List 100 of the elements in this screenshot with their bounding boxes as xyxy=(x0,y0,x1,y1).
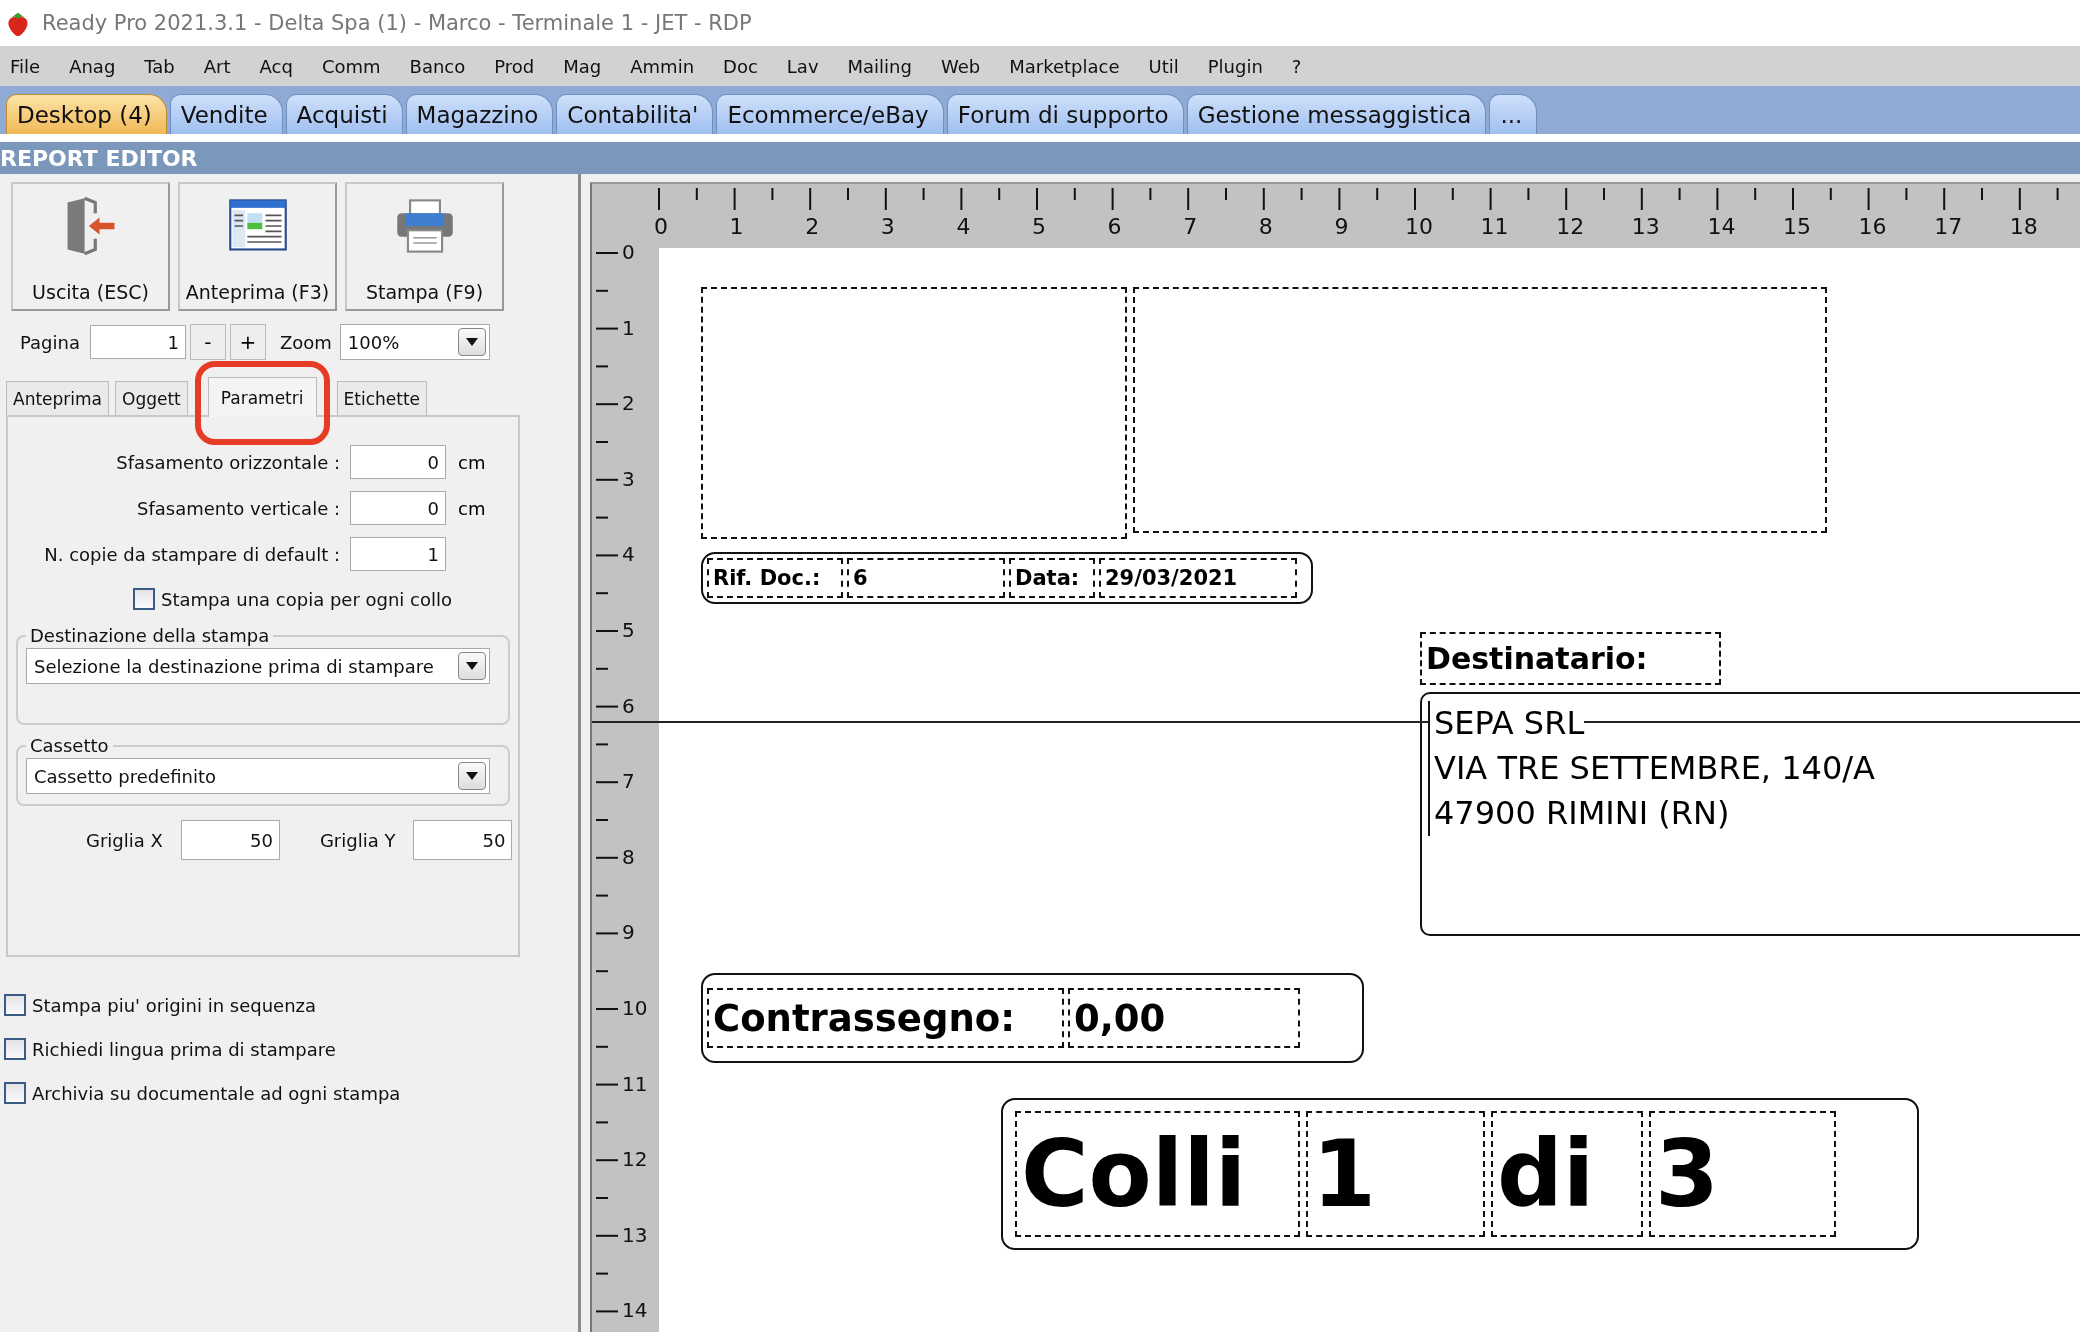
tray-dropdown[interactable]: Cassetto predefinito xyxy=(26,758,490,794)
ruler-label: 4 xyxy=(622,542,635,567)
module-tab[interactable]: Gestione messaggistica xyxy=(1186,94,1487,134)
toolbar-button[interactable]: Uscita (ESC) xyxy=(11,182,170,311)
number-field[interactable]: 0 xyxy=(350,491,446,525)
ruler-label: 2 xyxy=(804,214,821,239)
ruler-label: 8 xyxy=(1257,214,1274,239)
ruler-label: 16 xyxy=(1858,214,1883,239)
field-value: 0,00 xyxy=(1068,988,1300,1048)
menu-item[interactable]: Doc xyxy=(723,55,758,77)
ruler-label: 15 xyxy=(1783,214,1807,239)
menu-item[interactable]: Comm xyxy=(321,55,381,77)
ruler-label: 4 xyxy=(955,214,972,239)
panel-tab[interactable]: Anteprima xyxy=(6,381,109,415)
unit-label: cm xyxy=(458,497,486,519)
ruler-label: 6 xyxy=(622,693,635,718)
grid-x-field[interactable]: 50 xyxy=(180,820,280,860)
zoom-dropdown[interactable]: 100% xyxy=(339,324,490,360)
ruler-label: 11 xyxy=(622,1071,648,1096)
group-legend: Destinazione della stampa xyxy=(26,625,274,646)
menu-item[interactable]: Mag xyxy=(563,55,602,77)
field-label: Sfasamento orizzontale : xyxy=(115,451,340,473)
menu-item[interactable]: Plugin xyxy=(1207,55,1263,77)
grid-y-label: Griglia Y xyxy=(319,829,396,851)
checkbox[interactable] xyxy=(4,1038,26,1060)
ruler-label: 1 xyxy=(622,315,635,340)
ruler-label: 12 xyxy=(622,1147,648,1172)
ruler-label: 13 xyxy=(622,1222,648,1247)
checkbox[interactable] xyxy=(4,994,26,1016)
menu-item[interactable]: Anag xyxy=(69,55,116,77)
parcel-text: 1 xyxy=(1306,1111,1485,1237)
page-field[interactable]: 1 xyxy=(89,325,186,359)
menu-item[interactable]: File xyxy=(10,55,41,77)
module-tab[interactable]: Acquisti xyxy=(285,94,403,134)
ruler-label: 3 xyxy=(622,466,635,491)
parcel-text: Colli xyxy=(1015,1111,1300,1237)
checkbox-label: Stampa una copia per ogni collo xyxy=(161,588,452,610)
menu-item[interactable]: Mailing xyxy=(847,55,912,77)
ruler-label: 8 xyxy=(622,844,635,869)
module-tab[interactable]: ... xyxy=(1489,94,1538,134)
module-tab[interactable]: Magazzino xyxy=(405,94,554,134)
checkbox-label: Richiedi lingua prima di stampare xyxy=(32,1038,336,1060)
module-tab[interactable]: Forum di supporto xyxy=(946,94,1184,134)
unit-label: cm xyxy=(458,451,486,473)
number-field[interactable]: 0 xyxy=(350,445,446,479)
parcel-text: di xyxy=(1491,1111,1643,1237)
module-tab[interactable]: Ecommerce/eBay xyxy=(716,94,944,134)
checkbox[interactable] xyxy=(4,1082,26,1104)
ruler-label: 13 xyxy=(1631,214,1656,239)
module-tab[interactable]: Contabilita' xyxy=(556,94,714,134)
ruler-label: 7 xyxy=(1182,214,1199,239)
menu-item[interactable]: Marketplace xyxy=(1009,55,1120,77)
group-legend: Cassetto xyxy=(26,735,113,756)
checkbox[interactable] xyxy=(133,588,155,610)
ruler-label: 17 xyxy=(1934,214,1959,239)
menu-item[interactable]: Web xyxy=(940,55,981,77)
ruler-label: 3 xyxy=(879,214,896,239)
ruler-label: 14 xyxy=(622,1298,648,1323)
ruler-label: 9 xyxy=(1333,214,1350,239)
ruler-label: 0 xyxy=(653,214,669,239)
menu-item[interactable]: Ammin xyxy=(630,55,695,77)
toolbar-button[interactable]: Anteprima (F3) xyxy=(178,182,337,311)
next-page-button[interactable]: + xyxy=(229,324,266,360)
menu-item[interactable]: ? xyxy=(1291,55,1302,77)
ruler-label: 7 xyxy=(622,769,635,794)
field-label: Sfasamento verticale : xyxy=(136,497,340,519)
toolbar-button[interactable]: Stampa (F9) xyxy=(345,182,504,311)
ruler-label: 2 xyxy=(622,391,635,416)
recipient-label: Destinatario: xyxy=(1420,632,1721,685)
module-tab[interactable]: Desktop (4) xyxy=(6,94,167,134)
menu-item[interactable]: Acq xyxy=(259,55,293,77)
ruler-label: 11 xyxy=(1480,214,1505,239)
menu-item[interactable]: Banco xyxy=(409,55,466,77)
ruler-label: 0 xyxy=(622,240,635,264)
grid-y-field[interactable]: 50 xyxy=(413,820,513,860)
menu-item[interactable]: Util xyxy=(1148,55,1179,77)
field-label: Data: xyxy=(1009,558,1095,598)
checkbox-label: Archivia su documentale ad ogni stampa xyxy=(32,1082,401,1104)
ruler-label: 5 xyxy=(622,618,635,642)
window-title: Ready Pro 2021.3.1 - Delta Spa (1) - Marco - Terminale 1 - JET - RDP xyxy=(42,11,752,35)
ruler-label: 1 xyxy=(728,214,745,239)
ruler-label: 12 xyxy=(1556,214,1581,239)
destination-dropdown[interactable]: Selezione la destinazione prima di stampare xyxy=(26,648,490,684)
grid-x-label: Griglia X xyxy=(86,829,163,851)
menu-item[interactable]: Prod xyxy=(494,55,535,77)
module-tab[interactable]: Vendite xyxy=(169,94,283,134)
panel-tab[interactable]: Etichette xyxy=(336,381,427,415)
ruler-label: 5 xyxy=(1031,214,1047,239)
previous-page-button[interactable]: - xyxy=(189,324,226,360)
menu-item[interactable]: Lav xyxy=(786,55,819,77)
ruler-label: 6 xyxy=(1106,214,1123,239)
field-label: Contrassegno: xyxy=(707,988,1064,1048)
panel-tab[interactable]: Oggett xyxy=(115,381,188,415)
ruler-label: 9 xyxy=(622,920,635,945)
panel-tab[interactable]: Parametri xyxy=(207,377,317,417)
menu-item[interactable]: Tab xyxy=(144,55,175,77)
number-field[interactable]: 1 xyxy=(350,537,446,571)
field-value: 6 xyxy=(847,558,1005,598)
menu-item[interactable]: Art xyxy=(203,55,231,77)
section-header: REPORT EDITOR xyxy=(0,142,2080,174)
